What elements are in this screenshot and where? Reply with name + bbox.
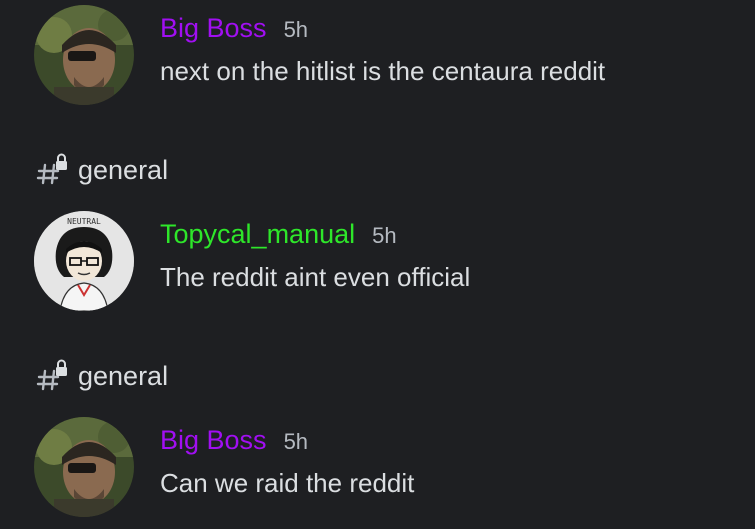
message-item: Big Boss 5h next on the hitlist is the c… <box>0 0 755 110</box>
message-item: Big Boss 5h Can we raid the reddit <box>0 412 755 522</box>
snake-portrait-avatar-icon <box>34 417 134 517</box>
message-content: next on the hitlist is the centaura redd… <box>160 56 606 86</box>
snake-portrait-avatar-icon <box>34 5 134 105</box>
message-content: The reddit aint even official <box>160 262 471 292</box>
channel-label[interactable]: general <box>36 150 168 190</box>
timestamp: 5h <box>283 429 309 454</box>
message-content: Can we raid the reddit <box>160 468 415 498</box>
author-name[interactable]: Big Boss <box>160 13 267 44</box>
channel-label[interactable]: general <box>36 356 168 396</box>
locked-hashtag-icon <box>36 359 67 391</box>
avatar[interactable] <box>34 5 134 105</box>
channel-name: general <box>78 360 169 391</box>
author-name[interactable]: Topycal_manual <box>160 219 355 250</box>
avatar[interactable] <box>34 417 134 517</box>
author-name[interactable]: Big Boss <box>160 425 267 456</box>
timestamp: 5h <box>283 17 309 42</box>
timestamp: 5h <box>372 223 397 248</box>
avatar-caption: NEUTRAL <box>67 217 101 226</box>
avatar[interactable]: NEUTRAL <box>34 211 134 311</box>
neutral-cartoon-avatar-icon: NEUTRAL <box>34 211 134 311</box>
message-header: Big Boss 5h <box>160 13 308 45</box>
locked-hashtag-icon <box>36 153 67 185</box>
channel-name: general <box>78 154 169 185</box>
message-item: NEUTRAL Topycal_manual 5h The reddit ain… <box>0 206 755 316</box>
message-header: Topycal_manual 5h <box>160 219 397 251</box>
message-header: Big Boss 5h <box>160 425 308 457</box>
message-feed: Big Boss 5h next on the hitlist is the c… <box>0 0 755 529</box>
